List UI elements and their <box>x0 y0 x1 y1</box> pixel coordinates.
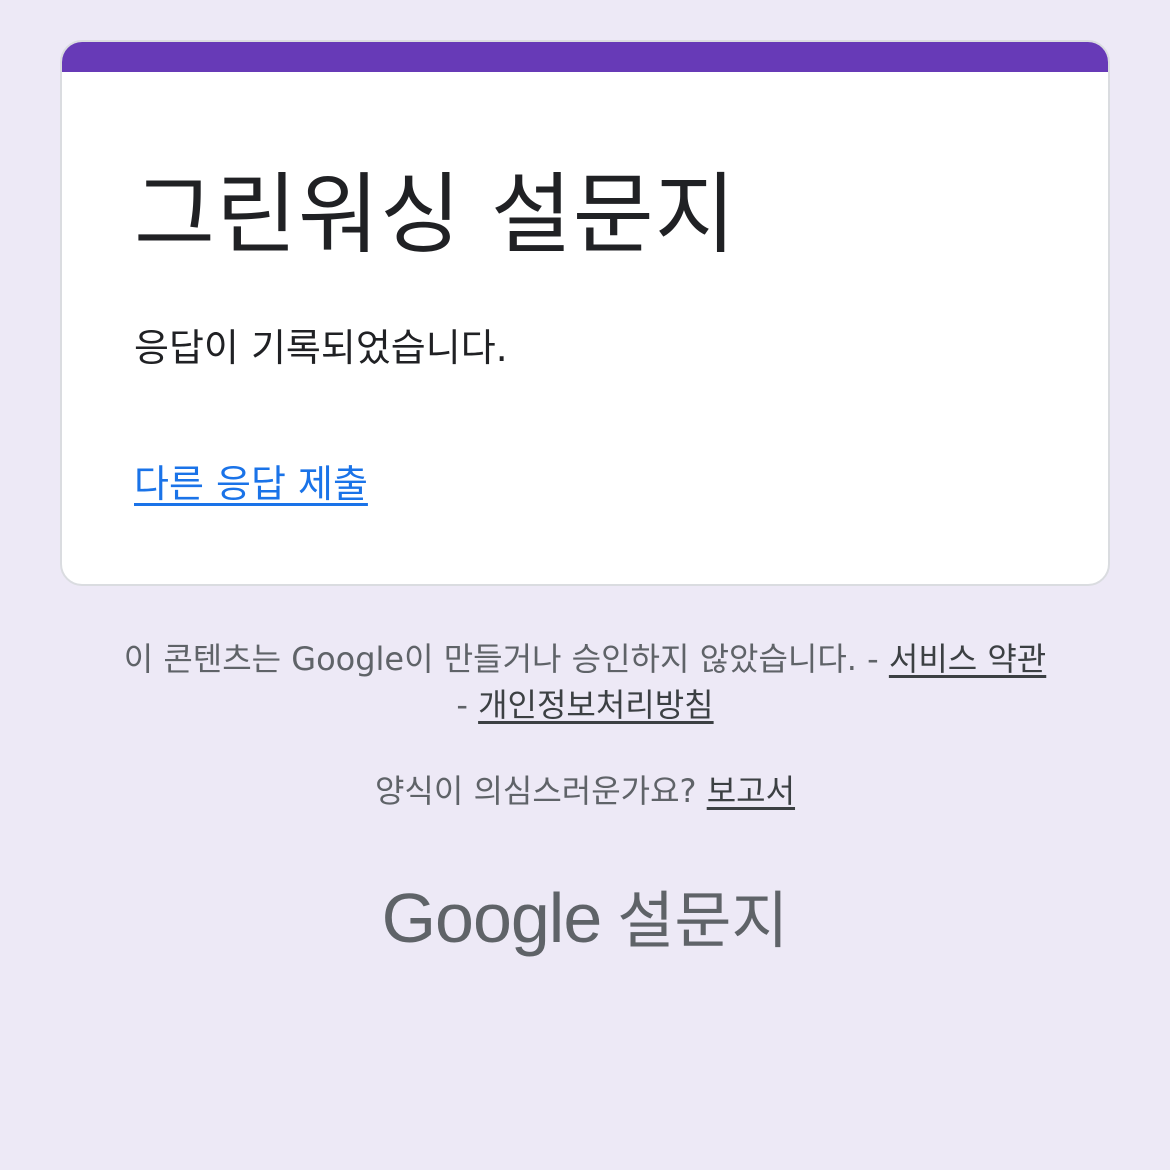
terms-of-service-link[interactable]: 서비스 약관 <box>889 640 1046 678</box>
privacy-policy-link[interactable]: 개인정보처리방침 <box>478 686 714 724</box>
card-accent-bar <box>62 42 1108 72</box>
report-link[interactable]: 보고서 <box>707 772 795 810</box>
report-abuse-line: 양식이 의심스러운가요? 보고서 <box>0 768 1170 814</box>
report-prompt: 양식이 의심스러운가요? <box>374 772 707 810</box>
google-logo-word: Google <box>381 879 603 957</box>
submit-another-response-link[interactable]: 다른 응답 제출 <box>134 460 368 508</box>
form-card: 그린워싱 설문지 응답이 기록되었습니다. 다른 응답 제출 <box>60 40 1110 586</box>
form-title: 그린워싱 설문지 <box>134 163 737 266</box>
forms-logo-word: 설문지 <box>617 884 789 957</box>
confirmation-message: 응답이 기록되었습니다. <box>134 326 508 370</box>
separator-text: - <box>456 686 479 724</box>
footer-disclaimer: 이 콘텐츠는 Google이 만들거나 승인하지 않았습니다. - 서비스 약관… <box>0 636 1170 728</box>
disclaimer-text: 이 콘텐츠는 Google이 만들거나 승인하지 않았습니다. - <box>123 640 889 678</box>
google-forms-logo[interactable]: Google 설문지 <box>0 878 1170 961</box>
page: 그린워싱 설문지 응답이 기록되었습니다. 다른 응답 제출 이 콘텐츠는 Go… <box>0 0 1170 1170</box>
